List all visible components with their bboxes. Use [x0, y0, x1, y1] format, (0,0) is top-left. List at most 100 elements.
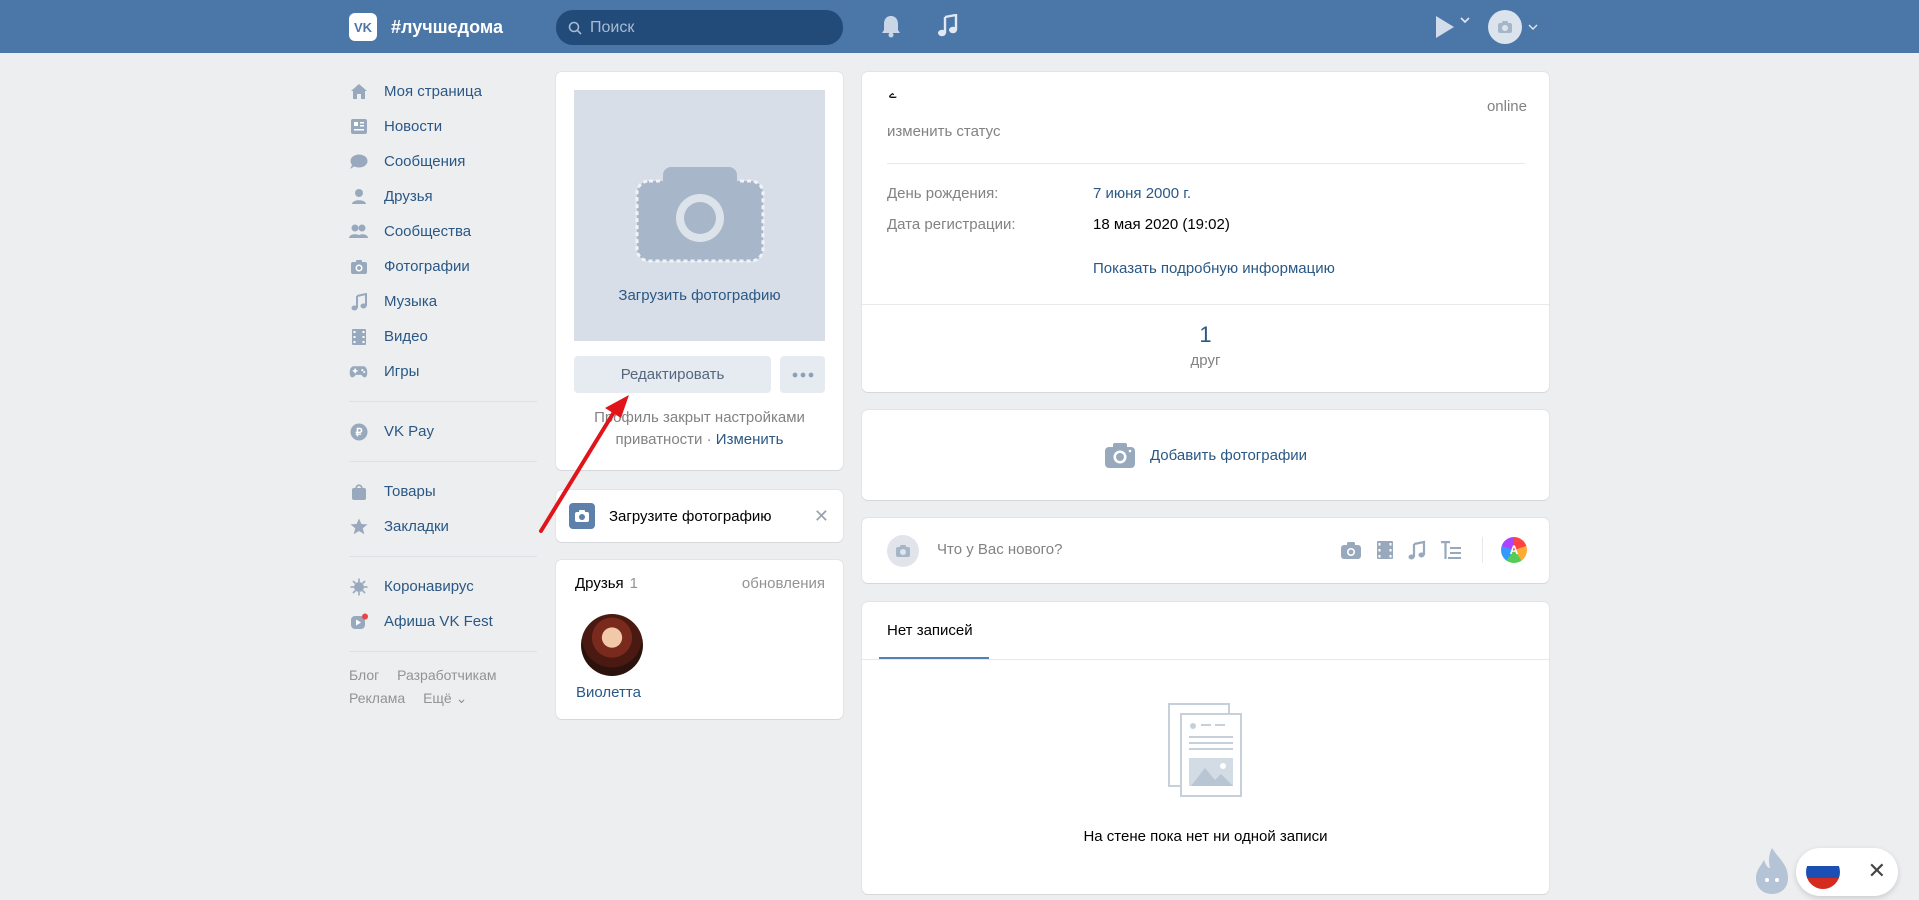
- empty-wall-text: На стене пока нет ни одной записи: [1083, 828, 1328, 845]
- info-value[interactable]: 7 июня 2000 г.: [1093, 185, 1191, 202]
- nav-label: Афиша VK Fest: [384, 613, 493, 630]
- footer-link-ads[interactable]: Реклама: [349, 690, 405, 706]
- nav-label: Друзья: [384, 188, 433, 205]
- virus-icon: [349, 577, 368, 596]
- more-actions-button[interactable]: [780, 356, 825, 393]
- star-icon: [349, 517, 368, 536]
- search-icon: [568, 21, 582, 35]
- avatar: [887, 535, 919, 567]
- upload-photo-link[interactable]: Загрузить фотографию: [618, 287, 780, 304]
- privacy-change-link[interactable]: Изменить: [716, 431, 784, 448]
- info-row-registration: Дата регистрации: 18 мая 2020 (19:02): [887, 216, 1230, 233]
- nav-item-coronavirus[interactable]: Коронавирус: [349, 569, 537, 604]
- nav-item-vk-pay[interactable]: ₽ VK Pay: [349, 414, 537, 449]
- nav-item-friends[interactable]: Друзья: [349, 179, 537, 214]
- avatar[interactable]: [581, 614, 643, 676]
- nav-label: Новости: [384, 118, 443, 135]
- show-details-link[interactable]: Показать подробную информацию: [1093, 260, 1335, 277]
- edit-profile-button[interactable]: Редактировать: [574, 356, 771, 393]
- profile-status-glyph: ے: [889, 86, 897, 101]
- chevron-down-icon[interactable]: [1528, 23, 1538, 31]
- russia-flag-icon: [1806, 855, 1840, 889]
- play-icon[interactable]: [1434, 14, 1456, 40]
- vk-fest-icon: [349, 612, 368, 631]
- counter-number: 1: [1199, 322, 1212, 347]
- close-icon[interactable]: ✕: [1868, 858, 1886, 884]
- nav-item-communities[interactable]: Сообщества: [349, 214, 537, 249]
- profile-photo-placeholder[interactable]: Загрузить фотографию: [574, 90, 825, 341]
- camera-icon: [896, 545, 910, 557]
- divider: [349, 461, 537, 462]
- bell-icon[interactable]: [880, 14, 902, 38]
- music-attach-icon[interactable]: [1408, 540, 1426, 560]
- vk-logo-icon[interactable]: VK: [349, 13, 377, 41]
- friends-title: Друзья: [575, 575, 624, 592]
- left-sidebar: Моя страница Новости Сообщения Друзья Со…: [349, 74, 537, 710]
- avatar[interactable]: [1488, 10, 1522, 44]
- nav-item-news[interactable]: Новости: [349, 109, 537, 144]
- camera-icon: [635, 167, 764, 263]
- divider: [862, 659, 1549, 660]
- communities-icon: [349, 222, 368, 241]
- header-title[interactable]: #лучшедома: [391, 17, 503, 38]
- camera-icon: [1498, 21, 1512, 33]
- friend-name[interactable]: Виолетта: [576, 684, 641, 701]
- tab-no-posts[interactable]: Нет записей: [887, 622, 973, 639]
- friends-header[interactable]: Друзья 1: [575, 575, 638, 592]
- post-tools: A: [1326, 537, 1527, 563]
- nav-item-video[interactable]: Видео: [349, 319, 537, 354]
- nav-label: Сообщества: [384, 223, 472, 240]
- poster-color-icon[interactable]: A: [1501, 537, 1527, 563]
- nav-item-games[interactable]: Игры: [349, 354, 537, 389]
- footer-link-developers[interactable]: Разработчикам: [397, 667, 496, 683]
- gamepad-icon: [349, 362, 368, 381]
- add-photos-button[interactable]: Добавить фотографии: [862, 410, 1549, 500]
- logo[interactable]: VK #лучшедома: [349, 13, 503, 41]
- nav-label: Сообщения: [384, 153, 466, 170]
- nav-label: VK Pay: [384, 423, 435, 440]
- nav-item-messages[interactable]: Сообщения: [349, 144, 537, 179]
- music-icon[interactable]: [937, 14, 959, 38]
- camera-icon: [1104, 442, 1135, 468]
- article-attach-icon[interactable]: [1440, 540, 1462, 560]
- online-status: online: [1486, 98, 1527, 115]
- footer-link-blog[interactable]: Блог: [349, 667, 379, 683]
- nav-label: Моя страница: [384, 83, 482, 100]
- nav-label: Закладки: [384, 518, 449, 535]
- nav-item-bookmarks[interactable]: Закладки: [349, 509, 537, 544]
- photo-attach-icon[interactable]: [1340, 541, 1362, 560]
- divider: [349, 401, 537, 402]
- nav-item-my-page[interactable]: Моя страница: [349, 74, 537, 109]
- nav-item-photos[interactable]: Фотографии: [349, 249, 537, 284]
- search-input[interactable]: [590, 18, 820, 37]
- video-attach-icon[interactable]: [1376, 540, 1394, 560]
- add-photos-label: Добавить фотографии: [1149, 446, 1308, 464]
- messages-icon: [349, 152, 368, 171]
- friends-counter[interactable]: 1 друг: [862, 322, 1549, 369]
- chevron-down-icon[interactable]: [1460, 16, 1470, 24]
- search-bar[interactable]: [556, 10, 843, 45]
- post-input[interactable]: Что у Вас нового?: [937, 541, 1063, 558]
- nav-label: Игры: [384, 363, 420, 380]
- video-icon: [349, 327, 368, 346]
- friends-updates-link[interactable]: обновления: [742, 575, 825, 592]
- footer-link-more[interactable]: Ещё ⌄: [423, 690, 467, 706]
- privacy-separator: ·: [702, 431, 716, 448]
- close-icon[interactable]: ✕: [814, 506, 829, 527]
- nav-item-goods[interactable]: Товары: [349, 474, 537, 509]
- change-status-link[interactable]: изменить статус: [887, 123, 1001, 140]
- footer-links: Блог Разработчикам Реклама Ещё ⌄: [349, 664, 537, 710]
- info-value: 18 мая 2020 (19:02): [1093, 216, 1230, 233]
- info-key: День рождения:: [887, 185, 999, 202]
- nav-item-music[interactable]: Музыка: [349, 284, 537, 319]
- friend-icon: [349, 187, 368, 206]
- poster-letter: A: [1509, 543, 1519, 557]
- nav-label: Музыка: [384, 293, 438, 310]
- language-badge[interactable]: ✕: [1796, 848, 1898, 896]
- camera-icon: [349, 257, 368, 276]
- wall-card: Нет записей На стене пока нет ни одной з…: [862, 602, 1549, 894]
- post-composer: Что у Вас нового? A: [862, 518, 1549, 583]
- upload-photo-prompt[interactable]: Загрузите фотографию ✕: [556, 490, 843, 542]
- counter-label: друг: [1190, 352, 1221, 369]
- nav-item-vk-fest[interactable]: Афиша VK Fest: [349, 604, 537, 639]
